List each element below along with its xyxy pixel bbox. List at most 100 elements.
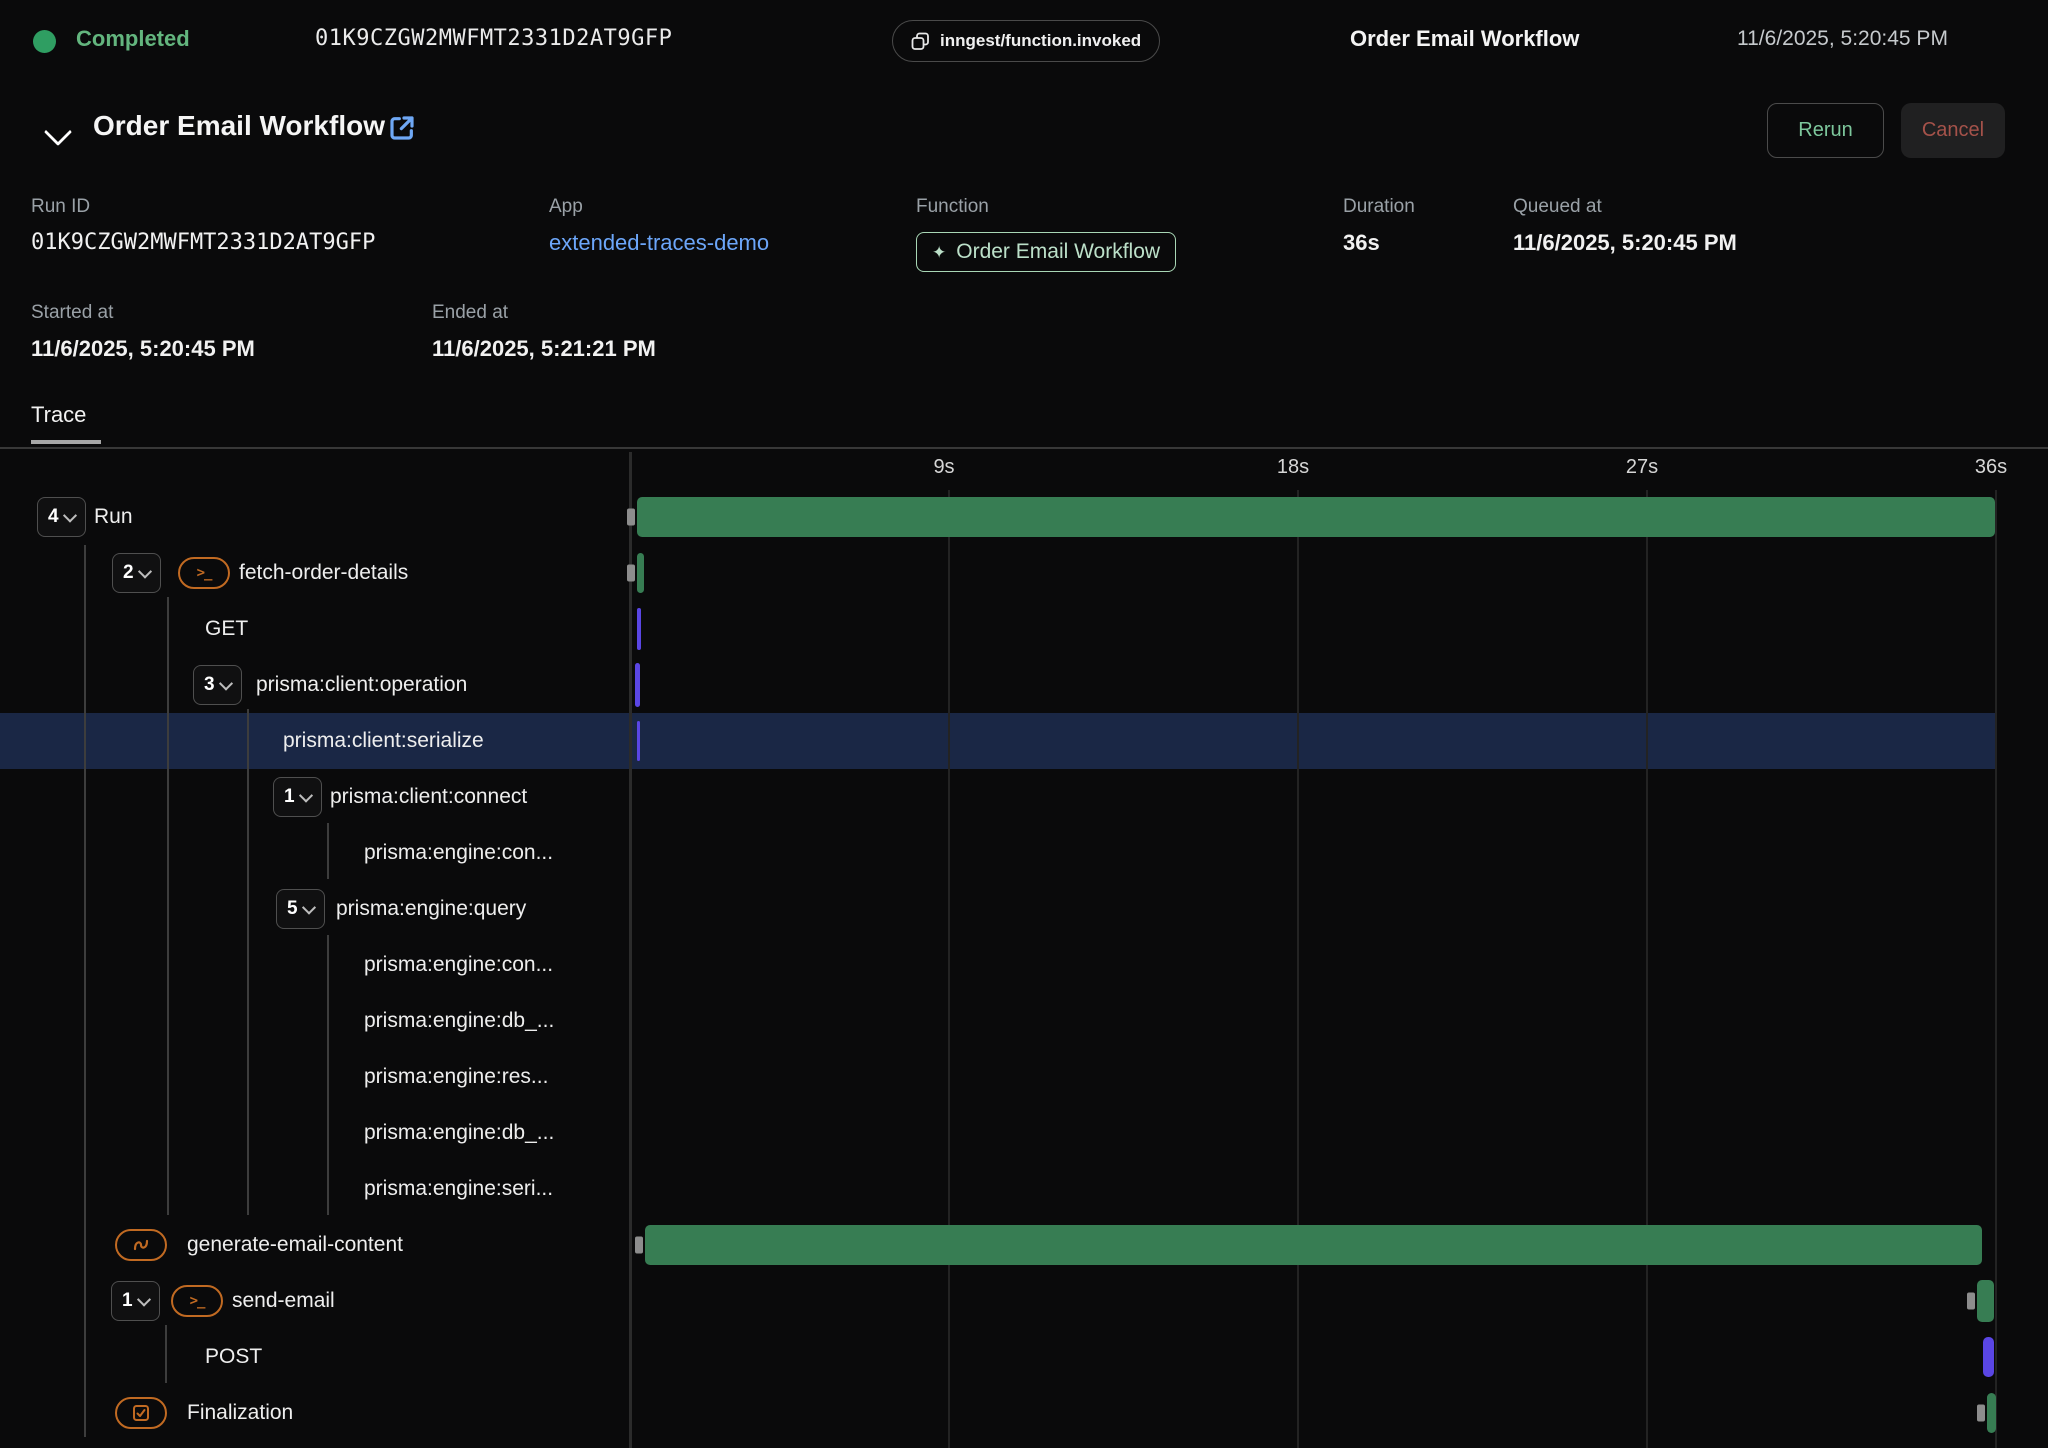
trace-span-bar[interactable] xyxy=(635,663,640,707)
chevron-down-icon xyxy=(137,1293,151,1307)
span-label: generate-email-content xyxy=(187,1217,403,1273)
span-label: POST xyxy=(205,1329,262,1385)
child-count: 2 xyxy=(123,562,134,584)
axis-tick-label: 36s xyxy=(1975,456,2007,479)
function-pill[interactable]: ✦ Order Email Workflow xyxy=(916,232,1176,272)
external-link-icon[interactable] xyxy=(386,112,418,144)
meta-label: Queued at xyxy=(1513,196,1737,218)
axis-tick-label: 9s xyxy=(933,456,954,479)
trace-row[interactable]: 3prisma:client:operation xyxy=(0,657,2048,713)
terminal-glyph: >_ xyxy=(197,565,212,581)
run-status-badge: Completed xyxy=(76,26,190,52)
trace-span-bar[interactable] xyxy=(1977,1280,1994,1322)
collapse-chevron-icon[interactable] xyxy=(44,118,72,146)
trace-row[interactable]: prisma:engine:db_... xyxy=(0,1105,2048,1161)
meta-app: App extended-traces-demo xyxy=(549,196,769,256)
meta-ended-at: Ended at 11/6/2025, 5:21:21 PM xyxy=(432,302,656,362)
meta-label: Duration xyxy=(1343,196,1415,218)
trace-row[interactable]: generate-email-content xyxy=(0,1217,2048,1273)
span-label: prisma:engine:db_... xyxy=(364,1105,554,1161)
expand-toggle-button[interactable]: 2 xyxy=(112,553,161,593)
terminal-step-icon: >_ xyxy=(171,1285,223,1317)
chevron-down-icon xyxy=(219,677,233,691)
function-pill-label: Order Email Workflow xyxy=(956,240,1160,264)
child-count: 1 xyxy=(284,786,295,808)
meta-label: Ended at xyxy=(432,302,656,324)
tree-guide-line xyxy=(247,709,249,1215)
span-label: send-email xyxy=(232,1273,335,1329)
tree-guide-line xyxy=(327,935,329,1215)
axis-gridline xyxy=(1646,490,1648,1448)
run-id-topbar: 01K9CZGW2MWFMT2331D2AT9GFP xyxy=(315,26,672,51)
trace-row[interactable]: 1prisma:client:connect xyxy=(0,769,2048,825)
queue-delay-notch xyxy=(627,565,635,582)
trace-span-bar[interactable] xyxy=(637,608,641,650)
trace-row[interactable]: POST xyxy=(0,1329,2048,1385)
trace-span-bar[interactable] xyxy=(637,721,640,761)
queue-delay-notch xyxy=(1977,1405,1985,1422)
app-link[interactable]: extended-traces-demo xyxy=(549,230,769,256)
wave-glyph xyxy=(131,1236,151,1254)
event-icon xyxy=(911,32,930,51)
checkbox-glyph xyxy=(132,1404,150,1422)
span-label: GET xyxy=(205,601,248,657)
expand-toggle-button[interactable]: 1 xyxy=(273,777,322,817)
span-label: prisma:engine:db_... xyxy=(364,993,554,1049)
trace-row[interactable]: 2>_fetch-order-details xyxy=(0,545,2048,601)
trace-row[interactable]: 4Run xyxy=(0,489,2048,545)
meta-value: 11/6/2025, 5:20:45 PM xyxy=(1513,230,1737,256)
expand-toggle-button[interactable]: 4 xyxy=(37,497,86,537)
run-timestamp-topbar: 11/6/2025, 5:20:45 PM xyxy=(1737,27,1948,51)
trace-row[interactable]: prisma:engine:con... xyxy=(0,937,2048,993)
span-label: prisma:engine:con... xyxy=(364,937,553,993)
event-name-badge[interactable]: inngest/function.invoked xyxy=(892,20,1160,62)
meta-label: Started at xyxy=(31,302,255,324)
trace-row[interactable]: 5 prisma:engine:query xyxy=(0,881,2048,937)
event-badge-label: inngest/function.invoked xyxy=(940,31,1141,51)
ai-wave-step-icon xyxy=(115,1229,167,1261)
expand-toggle-button[interactable]: 1 xyxy=(111,1281,160,1321)
trace-span-bar[interactable] xyxy=(637,553,644,593)
chevron-down-icon xyxy=(299,789,313,803)
span-label: prisma:engine:seri... xyxy=(364,1161,553,1217)
chevron-down-icon xyxy=(138,565,152,579)
trace-row[interactable]: prisma:engine:seri... xyxy=(0,1161,2048,1217)
trace-span-bar[interactable] xyxy=(645,1225,1982,1265)
child-count: 5 xyxy=(287,898,298,920)
expand-toggle-button[interactable]: 3 xyxy=(193,665,242,705)
trace-row[interactable]: 1 >_ send-email xyxy=(0,1273,2048,1329)
axis-gridline xyxy=(948,490,950,1448)
trace-row[interactable]: prisma:engine:con... xyxy=(0,825,2048,881)
meta-value: 11/6/2025, 5:20:45 PM xyxy=(31,336,255,362)
trace-span-bar[interactable] xyxy=(637,497,1995,537)
trace-row[interactable]: Finalization xyxy=(0,1385,2048,1441)
page-title: Order Email Workflow xyxy=(93,110,385,142)
child-count: 1 xyxy=(122,1290,133,1312)
span-label: Run xyxy=(94,489,133,545)
tree-guide-line xyxy=(165,1325,167,1383)
trace-row[interactable]: prisma:engine:res... xyxy=(0,1049,2048,1105)
queue-delay-notch xyxy=(627,509,635,526)
queue-delay-notch xyxy=(635,1237,643,1254)
trace-span-bar[interactable] xyxy=(1983,1337,1994,1377)
axis-gridline xyxy=(1995,490,1997,1448)
tab-trace[interactable]: Trace xyxy=(31,402,86,428)
meta-value: 36s xyxy=(1343,230,1415,256)
span-label: prisma:engine:con... xyxy=(364,825,553,881)
trace-row[interactable]: prisma:engine:db_... xyxy=(0,993,2048,1049)
trace-row[interactable]: GET xyxy=(0,601,2048,657)
meta-function: Function ✦ Order Email Workflow xyxy=(916,196,1176,272)
tree-guide-line xyxy=(167,597,169,1215)
expand-toggle-button[interactable]: 5 xyxy=(276,889,325,929)
span-label: prisma:engine:query xyxy=(336,881,526,937)
cancel-button[interactable]: Cancel xyxy=(1901,103,2005,158)
trace-span-bar[interactable] xyxy=(1987,1393,1996,1433)
sparkle-icon: ✦ xyxy=(932,244,946,261)
meta-queued-at: Queued at 11/6/2025, 5:20:45 PM xyxy=(1513,196,1737,256)
trace-row[interactable]: prisma:client:serialize xyxy=(0,713,2048,769)
meta-run-id: Run ID 01K9CZGW2MWFMT2331D2AT9GFP xyxy=(31,196,375,255)
axis-gridline xyxy=(1297,490,1299,1448)
span-label: Finalization xyxy=(187,1385,293,1441)
meta-started-at: Started at 11/6/2025, 5:20:45 PM xyxy=(31,302,255,362)
rerun-button[interactable]: Rerun xyxy=(1767,103,1884,158)
